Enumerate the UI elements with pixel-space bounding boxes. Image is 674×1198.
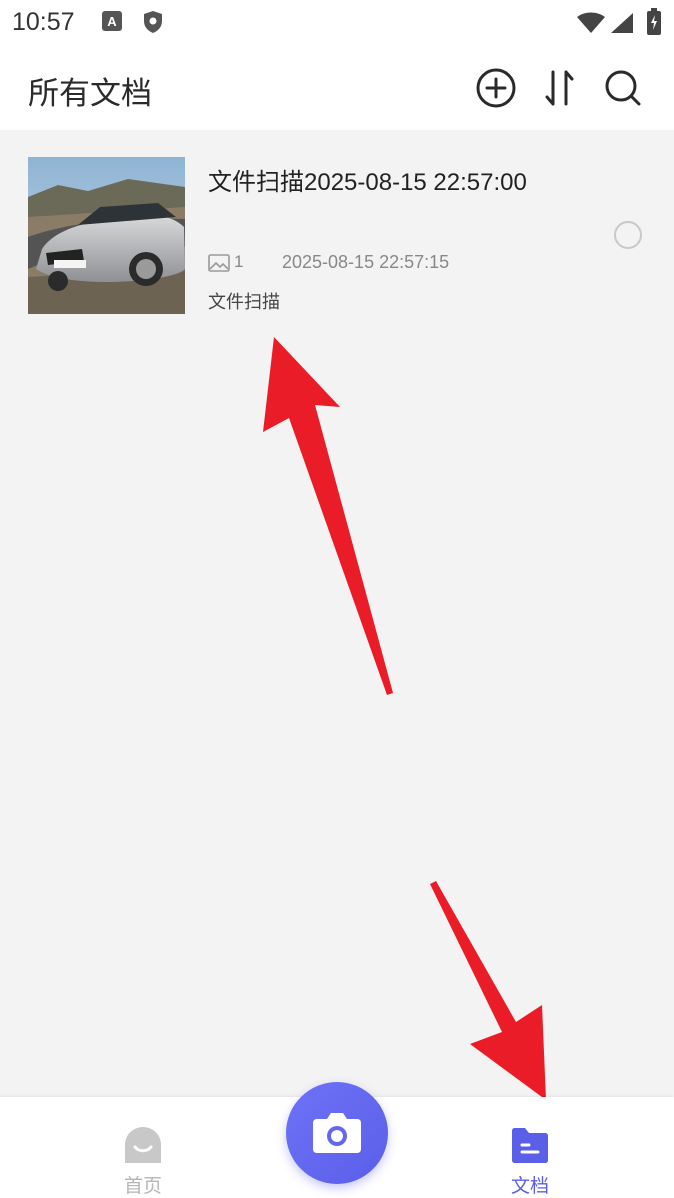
search-button[interactable]: [600, 66, 644, 110]
plus-circle-icon: [476, 68, 516, 108]
page-count: 1: [234, 252, 244, 271]
document-tag: 文件扫描: [208, 292, 280, 313]
app-header: 所有文档: [0, 48, 674, 130]
svg-text:A: A: [107, 14, 117, 29]
add-button[interactable]: [474, 66, 518, 110]
image-icon: [208, 254, 230, 272]
tab-documents[interactable]: 文档: [470, 1097, 590, 1198]
document-thumbnail[interactable]: [28, 157, 185, 314]
battery-icon: [646, 8, 662, 40]
tab-home[interactable]: 首页: [83, 1097, 203, 1198]
camera-scan-button[interactable]: [286, 1082, 388, 1184]
wifi-icon: [576, 12, 606, 38]
camera-icon: [313, 1113, 361, 1153]
folder-icon: [512, 1128, 548, 1163]
arrow-to-docs-tab: [430, 881, 546, 1100]
document-title: 文件扫描2025-08-15 22:57:00: [208, 169, 527, 196]
home-icon: [125, 1127, 161, 1163]
select-radio[interactable]: [614, 221, 642, 249]
shield-icon: [142, 10, 164, 38]
search-icon: [605, 70, 641, 106]
sort-icon: [545, 70, 574, 106]
document-date: 2025-08-15 22:57:15: [282, 252, 450, 272]
tab-documents-label: 文档: [510, 1175, 549, 1197]
signal-icon: [610, 12, 634, 38]
status-bar: 10:57 A: [0, 0, 674, 48]
app-a-icon: A: [101, 10, 123, 36]
status-time: 10:57: [12, 8, 75, 36]
sort-button[interactable]: [538, 66, 582, 110]
page-title: 所有文档: [28, 76, 152, 112]
arrow-to-document: [263, 337, 393, 695]
tab-home-label: 首页: [123, 1175, 162, 1197]
car-photo-thumbnail: [28, 157, 185, 314]
document-list-item[interactable]: 文件扫描2025-08-15 22:57:00 1 2025-08-15 22:…: [0, 140, 674, 330]
